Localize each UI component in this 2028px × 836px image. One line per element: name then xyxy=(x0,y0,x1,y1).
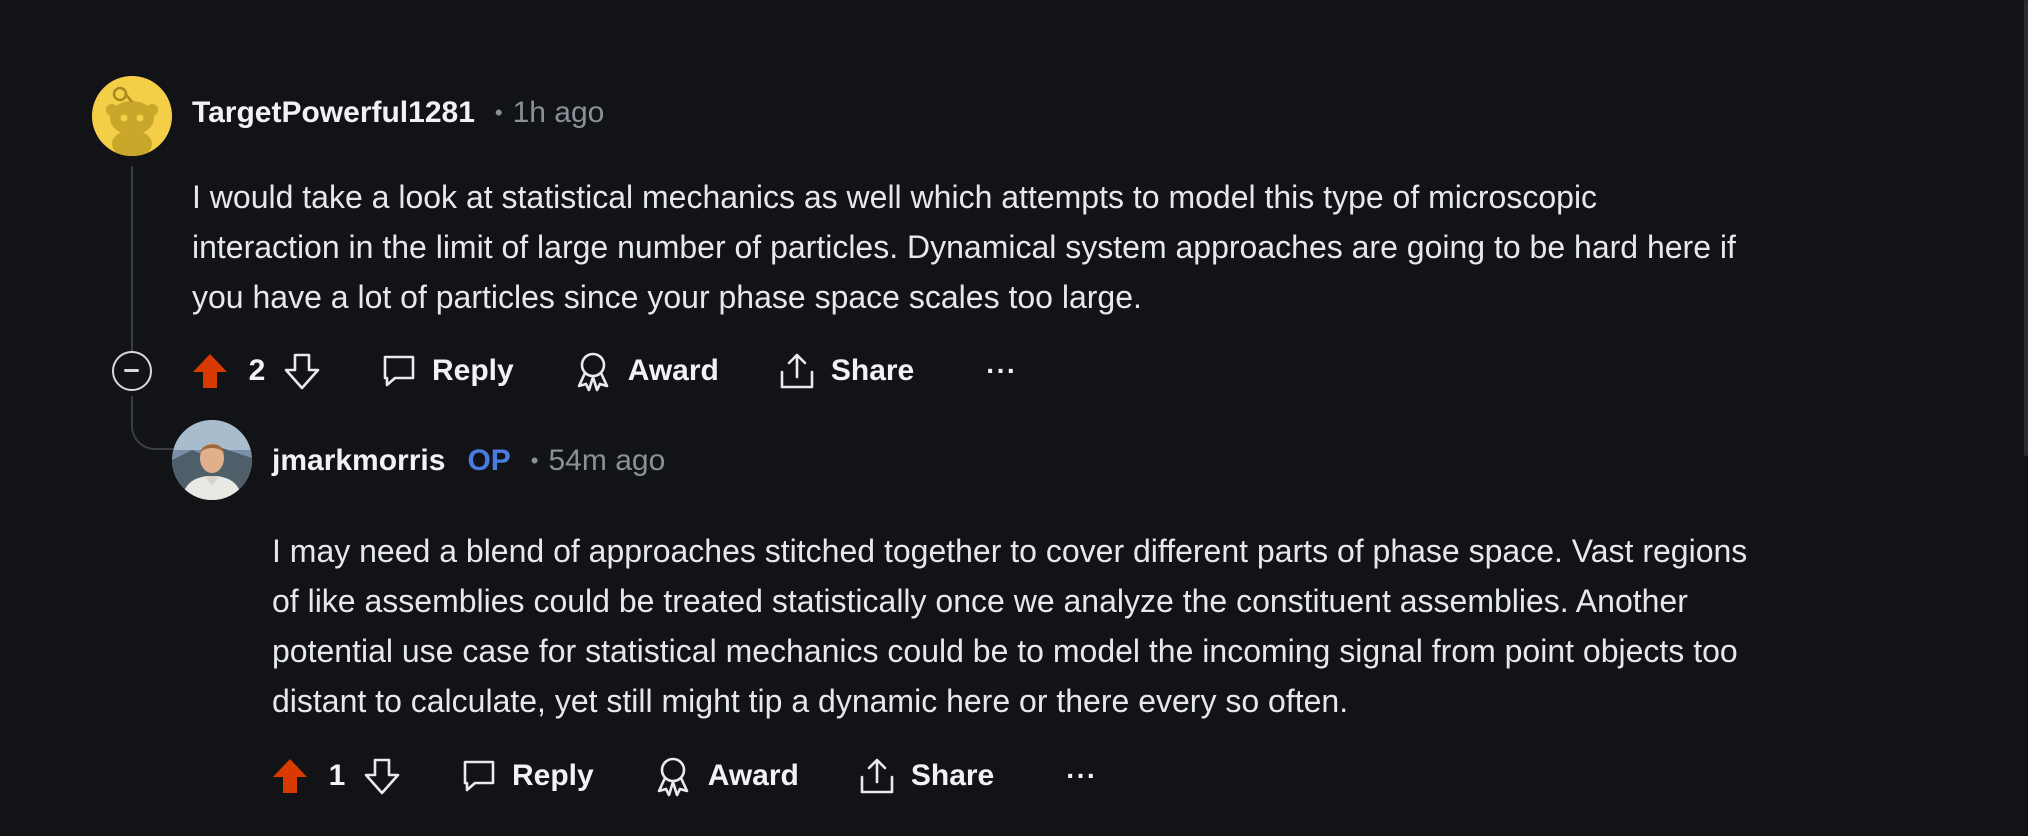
downvote-icon[interactable] xyxy=(362,756,402,796)
reply-thread-connector xyxy=(131,396,173,450)
meta-separator: • xyxy=(530,448,539,473)
reply-button[interactable]: Reply xyxy=(460,757,594,795)
comment-icon xyxy=(383,355,415,387)
award-label: Award xyxy=(627,354,719,387)
comment-body-line: of like assemblies could be treated stat… xyxy=(272,583,1688,619)
comment-body-line: potential use case for statistical mecha… xyxy=(272,633,1738,669)
award-label: Award xyxy=(707,759,799,792)
profile-photo xyxy=(172,420,252,500)
comment-body-line: interaction in the limit of large number… xyxy=(192,229,1736,265)
collapse-thread-button[interactable] xyxy=(112,351,152,391)
upvote-icon[interactable] xyxy=(190,351,230,391)
upvote-icon[interactable] xyxy=(270,756,310,796)
share-icon xyxy=(780,353,814,389)
comment-body-line: I would take a look at statistical mecha… xyxy=(192,179,1598,215)
comment-body-line: I may need a blend of approaches stitche… xyxy=(272,533,1748,569)
avatar[interactable] xyxy=(92,76,172,156)
thread-line[interactable] xyxy=(131,166,133,352)
op-badge: OP xyxy=(467,444,511,477)
meta-separator: • xyxy=(494,100,503,125)
vote-group: 1 xyxy=(270,756,402,796)
vote-count: 2 xyxy=(248,354,266,387)
comment-icon xyxy=(463,760,495,792)
share-button[interactable]: Share xyxy=(777,351,914,391)
snoo-avatar-icon xyxy=(92,76,172,156)
username[interactable]: TargetPowerful1281 xyxy=(192,96,475,130)
share-button[interactable]: Share xyxy=(857,756,994,796)
more-options-button[interactable]: ··· xyxy=(1066,760,1097,792)
share-icon xyxy=(860,758,894,794)
reply-label: Reply xyxy=(512,759,594,792)
avatar[interactable] xyxy=(172,420,252,500)
vote-count: 1 xyxy=(328,759,346,792)
comment-meta: TargetPowerful1281 • 1h ago xyxy=(192,96,604,130)
comment-meta: jmarkmorris OP • 54m ago xyxy=(272,444,665,478)
vote-group: 2 xyxy=(190,351,322,391)
comment-actions: 1 Reply Award Share ··· xyxy=(270,748,1097,804)
comment-body: I would take a look at statistical mecha… xyxy=(192,172,1962,322)
comment-body-line: you have a lot of particles since your p… xyxy=(192,279,1142,315)
timestamp[interactable]: 1h ago xyxy=(513,96,605,130)
comment-thread: TargetPowerful1281 • 1h ago I would take… xyxy=(0,0,2028,836)
award-button[interactable]: Award xyxy=(572,350,719,392)
scrollbar[interactable] xyxy=(2024,0,2028,456)
timestamp[interactable]: 54m ago xyxy=(549,444,666,478)
reply-button[interactable]: Reply xyxy=(380,352,514,390)
username[interactable]: jmarkmorris xyxy=(272,444,445,478)
award-button[interactable]: Award xyxy=(652,755,799,797)
reply-label: Reply xyxy=(432,354,514,387)
award-icon xyxy=(657,757,689,797)
comment-body: I may need a blend of approaches stitche… xyxy=(272,526,2028,726)
downvote-icon[interactable] xyxy=(282,351,322,391)
share-label: Share xyxy=(830,354,915,387)
award-icon xyxy=(577,352,609,392)
comment-actions: 2 Reply Award Share ··· xyxy=(190,343,1017,399)
comment-body-line: distant to calculate, yet still might ti… xyxy=(272,683,1349,719)
more-options-button[interactable]: ··· xyxy=(986,355,1017,387)
share-label: Share xyxy=(910,759,995,792)
